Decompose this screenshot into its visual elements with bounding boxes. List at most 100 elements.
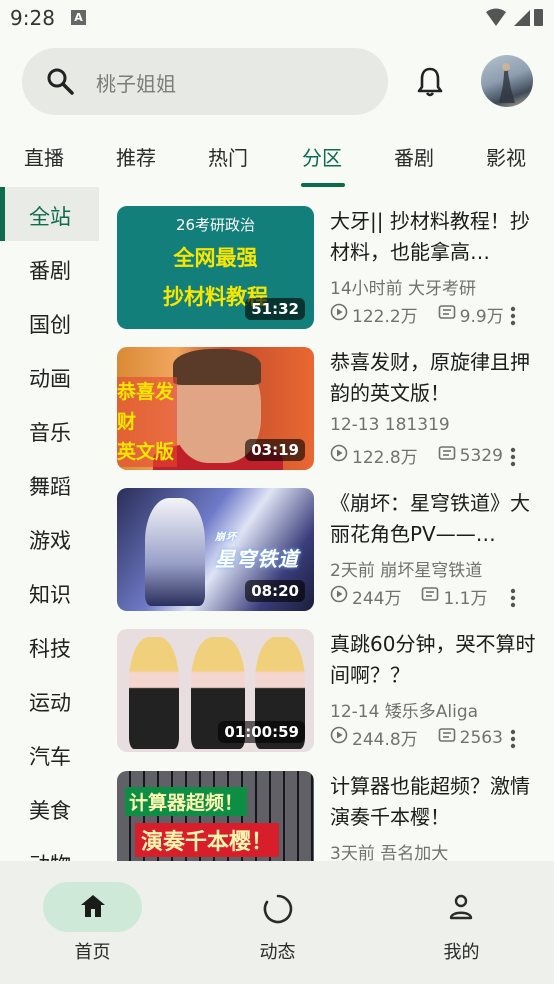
video-thumbnail[interactable]: 26考研政治 全网最强 抄材料教程 51:32 <box>117 206 314 329</box>
thumbnail-text: 计算器超频！ <box>125 787 248 816</box>
category-item-knowledge[interactable]: 知识 <box>0 565 99 619</box>
thumbnail-text: 26考研政治 <box>175 216 256 234</box>
video-card[interactable]: 01:00:59 真跳60分钟，哭不算时间啊？？ 12-14 矮乐多Aliga … <box>117 629 547 753</box>
category-sidebar: 全站 番剧 国创 动画 音乐 舞蹈 游戏 知识 科技 运动 汽车 美食 动物 <box>0 187 100 861</box>
more-options-icon[interactable] <box>509 729 517 753</box>
video-meta: 14小时前 大牙考研 <box>330 279 477 299</box>
thumbnail-text: 演奏千本樱！ <box>135 823 280 857</box>
video-card[interactable]: 恭喜发财 英文版 03:19 恭喜发财，原旋律且押韵的英文版！ 12-13 18… <box>117 347 547 471</box>
tab-live[interactable]: 直播 <box>24 142 64 171</box>
video-thumbnail[interactable]: 计算器超频！ 演奏千本樱！ <box>117 771 314 861</box>
view-count: 122.2万 <box>352 307 418 327</box>
video-card[interactable]: 崩坏 星穹铁道 08:20 《崩坏：星穹铁道》大丽花角色PV——… 2天前 崩坏… <box>117 488 547 612</box>
tab-hot[interactable]: 热门 <box>208 142 248 171</box>
danmaku-icon <box>438 303 456 326</box>
category-item-tech[interactable]: 科技 <box>0 619 99 673</box>
category-label: 科技 <box>29 637 71 661</box>
tab-recommend[interactable]: 推荐 <box>116 142 156 171</box>
play-count-icon <box>330 303 348 326</box>
activity-icon <box>263 894 293 928</box>
play-count-icon <box>330 585 348 608</box>
category-label: 动画 <box>29 367 71 391</box>
video-meta: 12-14 矮乐多Aliga <box>330 702 479 722</box>
danmaku-count: 5329 <box>459 445 503 466</box>
video-thumbnail[interactable]: 恭喜发财 英文版 03:19 <box>117 347 314 470</box>
category-item-music[interactable]: 音乐 <box>0 403 99 457</box>
search-icon <box>46 67 74 99</box>
danmaku-icon <box>438 726 456 749</box>
person-icon <box>449 894 473 924</box>
category-item-all[interactable]: 全站 <box>0 187 99 241</box>
nav-home[interactable]: 首页 <box>0 861 185 984</box>
category-item-animal[interactable]: 动物 <box>0 835 99 861</box>
video-duration: 03:19 <box>245 439 305 461</box>
category-label: 国创 <box>29 313 71 337</box>
category-item-game[interactable]: 游戏 <box>0 511 99 565</box>
video-title[interactable]: 《崩坏：星穹铁道》大丽花角色PV——… <box>330 488 540 550</box>
video-title[interactable]: 计算器也能超频？激情演奏千本樱！ <box>330 771 540 833</box>
video-stats: 122.8万 5329 <box>330 443 503 468</box>
nav-activity[interactable]: 动态 <box>185 861 370 984</box>
video-meta: 3天前 吾名加大 <box>330 844 449 861</box>
nav-label: 动态 <box>259 942 296 963</box>
nav-label: 首页 <box>74 942 111 963</box>
thumbnail-text: 恭喜发财 英文版 <box>117 377 177 467</box>
play-count-icon <box>330 444 348 467</box>
category-label: 音乐 <box>29 421 71 445</box>
notification-badge-icon: A <box>71 10 86 25</box>
avatar[interactable] <box>481 55 533 107</box>
nav-label: 我的 <box>443 942 480 963</box>
category-label: 汽车 <box>29 745 71 769</box>
category-item-dance[interactable]: 舞蹈 <box>0 457 99 511</box>
play-count-icon <box>330 726 348 749</box>
more-options-icon[interactable] <box>509 306 517 330</box>
view-count: 244万 <box>352 589 402 609</box>
view-count: 122.8万 <box>352 448 418 468</box>
video-duration: 51:32 <box>245 298 305 320</box>
category-item-food[interactable]: 美食 <box>0 781 99 835</box>
category-label: 全站 <box>29 205 71 229</box>
search-input[interactable]: 桃子姐姐 <box>22 48 388 115</box>
video-title[interactable]: 大牙|| 抄材料教程！抄材料，也能拿高… <box>330 206 540 268</box>
video-stats: 244万 1.1万 <box>330 584 488 609</box>
tab-movies[interactable]: 影视 <box>486 142 526 171</box>
category-label: 美食 <box>29 799 71 823</box>
video-feed: 26考研政治 全网最强 抄材料教程 51:32 大牙|| 抄材料教程！抄材料，也… <box>100 187 554 861</box>
search-placeholder: 桃子姐姐 <box>96 72 176 96</box>
more-options-icon[interactable] <box>509 447 517 471</box>
video-stats: 244.8万 2563 <box>330 725 503 750</box>
status-time: 9:28 <box>10 6 55 30</box>
video-title[interactable]: 真跳60分钟，哭不算时间啊？？ <box>330 629 540 691</box>
video-meta: 2天前 崩坏星穹铁道 <box>330 561 483 581</box>
view-count: 244.8万 <box>352 730 418 750</box>
category-label: 运动 <box>29 691 71 715</box>
category-label: 动物 <box>29 849 71 861</box>
video-title[interactable]: 恭喜发财，原旋律且押韵的英文版！ <box>330 347 540 409</box>
thumbnail-text: 崩坏 星穹铁道 <box>215 532 299 571</box>
tab-bangumi[interactable]: 番剧 <box>394 142 434 171</box>
category-label: 知识 <box>29 583 71 607</box>
tab-categories[interactable]: 分区 <box>302 142 342 171</box>
video-thumbnail[interactable]: 01:00:59 <box>117 629 314 752</box>
video-card[interactable]: 计算器超频！ 演奏千本樱！ 计算器也能超频？激情演奏千本樱！ 3天前 吾名加大 <box>117 771 547 861</box>
status-icons <box>484 8 544 32</box>
danmaku-icon <box>438 444 456 467</box>
category-item-animation[interactable]: 动画 <box>0 349 99 403</box>
video-duration: 01:00:59 <box>218 721 305 743</box>
category-label: 舞蹈 <box>29 475 71 499</box>
video-stats: 122.2万 9.9万 <box>330 302 504 327</box>
bell-icon[interactable] <box>414 66 446 102</box>
category-label: 游戏 <box>29 529 71 553</box>
category-item-bangumi[interactable]: 番剧 <box>0 241 99 295</box>
category-item-sports[interactable]: 运动 <box>0 673 99 727</box>
danmaku-count: 9.9万 <box>459 307 504 327</box>
video-thumbnail[interactable]: 崩坏 星穹铁道 08:20 <box>117 488 314 611</box>
category-item-guochuang[interactable]: 国创 <box>0 295 99 349</box>
category-item-car[interactable]: 汽车 <box>0 727 99 781</box>
home-icon <box>80 894 106 922</box>
more-options-icon[interactable] <box>509 588 517 612</box>
video-meta: 12-13 181319 <box>330 415 450 435</box>
video-card[interactable]: 26考研政治 全网最强 抄材料教程 51:32 大牙|| 抄材料教程！抄材料，也… <box>117 206 547 330</box>
video-duration: 08:20 <box>245 580 305 602</box>
nav-profile[interactable]: 我的 <box>369 861 554 984</box>
